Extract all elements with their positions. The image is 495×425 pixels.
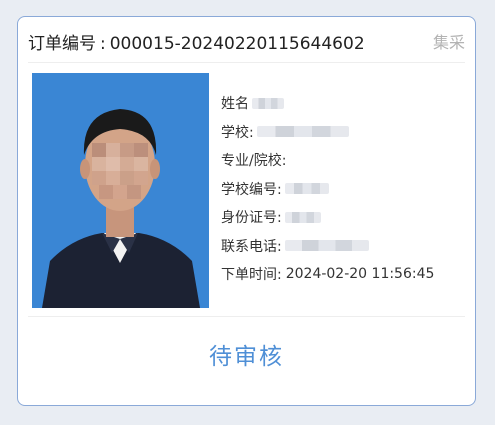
order-number-value: 000015-20240220115644602 bbox=[109, 33, 365, 54]
page: 订单编号:000015-20240220115644602 集采 姓名 学校: … bbox=[0, 0, 495, 425]
name-value-redacted bbox=[252, 97, 284, 109]
order-number-label: 订单编号 bbox=[28, 33, 96, 54]
school-code-row: 学校编号: bbox=[221, 175, 434, 204]
school-code-label: 学校编号: bbox=[221, 181, 282, 198]
order-time-value: 2024-02-20 11:56:45 bbox=[285, 266, 435, 283]
id-number-row: 身份证号: bbox=[221, 203, 434, 232]
name-label: 姓名 bbox=[221, 96, 249, 113]
order-time-row: 下单时间: 2024-02-20 11:56:45 bbox=[221, 260, 434, 289]
school-value-redacted bbox=[256, 126, 349, 138]
purchase-type-tag: 集采 bbox=[432, 33, 465, 52]
header-divider bbox=[28, 62, 465, 63]
review-status[interactable]: 待审核 bbox=[18, 337, 475, 371]
order-number-separator: : bbox=[100, 33, 106, 54]
id-photo bbox=[32, 73, 209, 308]
school-label: 学校: bbox=[221, 124, 254, 141]
order-number-line: 订单编号:000015-20240220115644602 bbox=[28, 29, 365, 54]
id-number-value-redacted bbox=[284, 211, 321, 223]
phone-row: 联系电话: bbox=[221, 232, 434, 261]
order-card[interactable]: 订单编号:000015-20240220115644602 集采 姓名 学校: … bbox=[17, 16, 476, 406]
portrait-image bbox=[32, 73, 209, 308]
phone-value-redacted bbox=[284, 240, 369, 252]
card-header: 订单编号:000015-20240220115644602 集采 bbox=[28, 27, 465, 55]
footer-divider bbox=[28, 316, 465, 317]
name-row: 姓名 bbox=[221, 89, 434, 118]
major-row: 专业/院校: bbox=[221, 146, 434, 175]
major-label: 专业/院校: bbox=[221, 153, 287, 170]
school-row: 学校: bbox=[221, 118, 434, 147]
order-time-label: 下单时间: bbox=[221, 267, 282, 284]
order-details: 姓名 学校: 专业/院校: 学校编号: 身份证号: 联系电话: 下单时间: 20… bbox=[221, 89, 434, 289]
id-number-label: 身份证号: bbox=[221, 210, 282, 227]
phone-label: 联系电话: bbox=[221, 238, 282, 255]
school-code-value-redacted bbox=[284, 183, 329, 195]
